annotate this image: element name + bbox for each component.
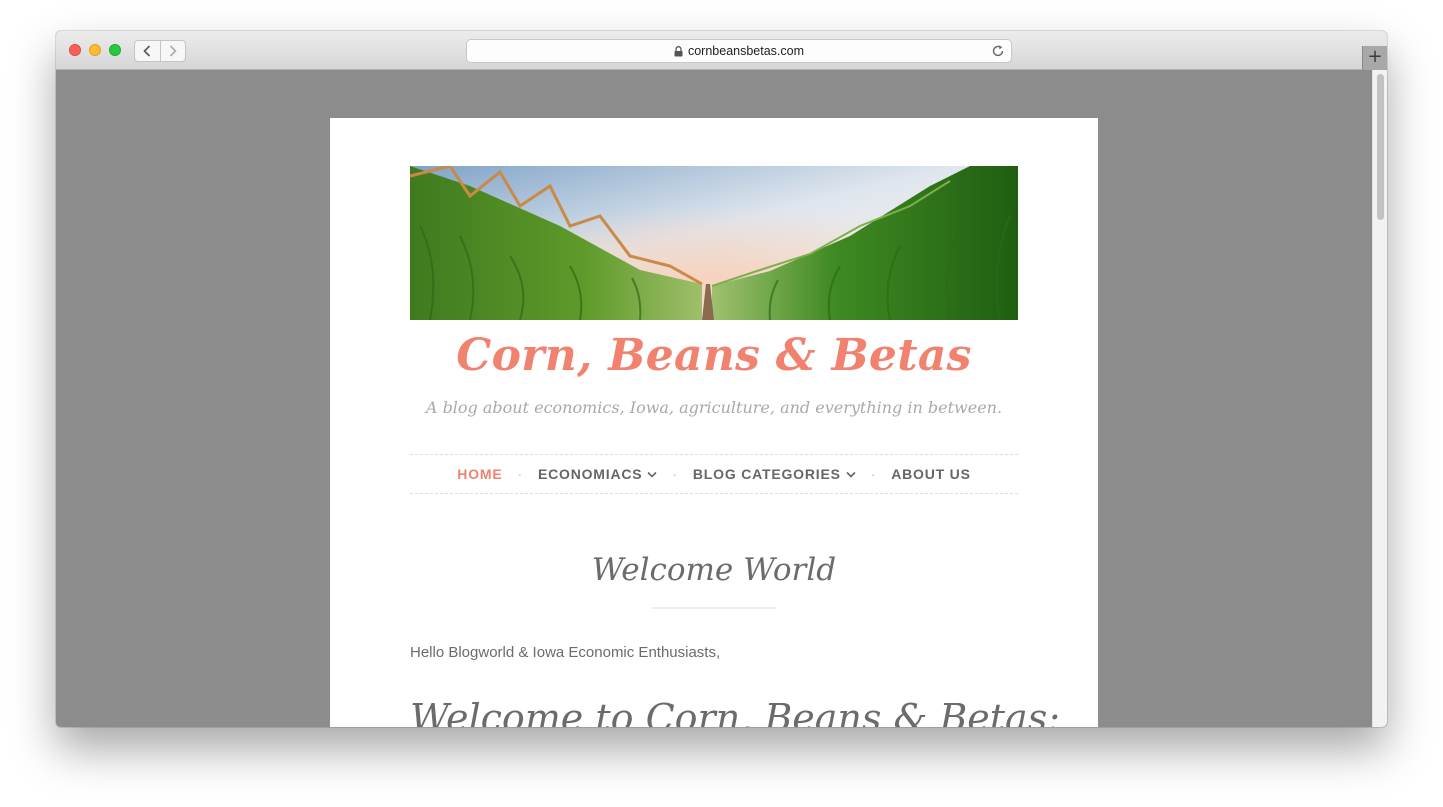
nav-item-label: ABOUT US xyxy=(891,466,971,482)
lock-icon xyxy=(674,45,683,57)
forward-button[interactable] xyxy=(159,41,186,61)
close-window-button[interactable] xyxy=(69,44,81,56)
nav-separator: · xyxy=(672,466,678,482)
chevron-down-icon xyxy=(846,471,856,478)
scrollbar-thumb[interactable] xyxy=(1377,74,1384,220)
history-nav-buttons xyxy=(134,40,186,62)
url-text: cornbeansbetas.com xyxy=(687,44,805,58)
nav-item-label: ECONOMIACS xyxy=(537,466,643,482)
page-viewport[interactable]: Corn, Beans & Betas A blog about economi… xyxy=(56,70,1387,727)
address-bar[interactable]: cornbeansbetas.com xyxy=(466,39,1012,63)
browser-window: cornbeansbetas.com + Corn, Beans & Betas… xyxy=(56,31,1387,727)
nav-item-blog-categories[interactable]: BLOG CATEGORIES xyxy=(693,466,856,482)
maximize-window-button[interactable] xyxy=(109,44,121,56)
nav-item-economiacs[interactable]: ECONOMIACS xyxy=(538,466,657,482)
nav-item-label: HOME xyxy=(457,466,503,482)
main-navigation: HOME · ECONOMIACS · BLOG CATEGORIES · AB… xyxy=(410,454,1018,494)
vertical-scrollbar[interactable] xyxy=(1372,70,1387,727)
minimize-window-button[interactable] xyxy=(89,44,101,56)
nav-item-about-us[interactable]: ABOUT US xyxy=(891,466,971,482)
nav-separator: · xyxy=(517,466,523,482)
post-heading: Welcome to Corn, Beans & Betas: xyxy=(410,696,1061,727)
cornfield-header-image xyxy=(410,166,1018,320)
post-title[interactable]: Welcome World xyxy=(330,552,1098,588)
site-tagline: A blog about economics, Iowa, agricultur… xyxy=(425,398,1003,417)
chevron-down-icon xyxy=(647,471,657,478)
site-title[interactable]: Corn, Beans & Betas xyxy=(330,330,1098,381)
reload-icon[interactable] xyxy=(991,44,1005,58)
chevron-left-icon xyxy=(143,45,151,57)
browser-toolbar: cornbeansbetas.com + xyxy=(56,31,1387,70)
post-greeting: Hello Blogworld & Iowa Economic Enthusia… xyxy=(410,644,721,661)
nav-item-label: BLOG CATEGORIES xyxy=(692,466,841,482)
nav-separator: · xyxy=(870,466,877,482)
title-divider xyxy=(652,607,776,609)
nav-item-home[interactable]: HOME xyxy=(457,466,502,482)
new-tab-button[interactable]: + xyxy=(1362,46,1387,70)
blog-page: Corn, Beans & Betas A blog about economi… xyxy=(330,118,1098,727)
chevron-right-icon xyxy=(169,45,177,57)
back-button[interactable] xyxy=(135,41,160,61)
